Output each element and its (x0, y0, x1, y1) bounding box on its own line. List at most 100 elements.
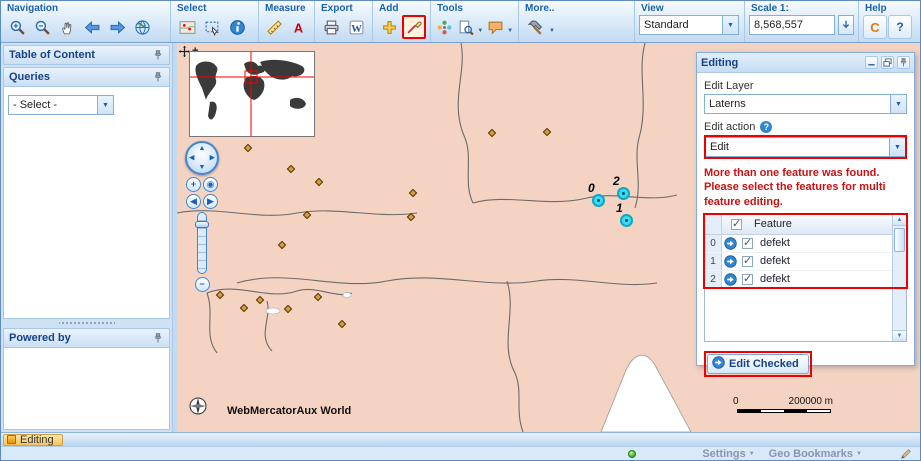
scale-input[interactable] (749, 15, 835, 35)
zoom-slider-handle[interactable] (195, 221, 209, 228)
callout-button[interactable] (485, 15, 505, 39)
toolbar-group-add: Add (373, 1, 431, 42)
zoom-slider[interactable] (195, 212, 209, 274)
zoom-to-feature-button[interactable] (722, 237, 739, 250)
help-question-button[interactable]: ? (888, 15, 912, 39)
feature-grid-header[interactable]: Feature (705, 214, 892, 235)
geo-bookmarks-menu[interactable]: Geo Bookmarks ▼ (769, 448, 862, 460)
edit-checked-button[interactable]: Edit Checked (707, 353, 809, 374)
pan-east-icon[interactable]: ▶ (210, 155, 215, 162)
feature-row[interactable]: 1 defekt (705, 252, 892, 271)
zoom-out-button[interactable] (30, 15, 54, 39)
pin-icon[interactable] (897, 56, 910, 69)
export-word-button[interactable]: W (344, 15, 368, 39)
feature-row[interactable]: 2 defekt (705, 270, 892, 289)
poi-diamond-marker[interactable] (314, 177, 324, 187)
rotate-left-button[interactable]: ◀ (186, 194, 201, 209)
next-extent-button[interactable] (105, 15, 129, 39)
scroll-down-icon[interactable]: ▼ (893, 329, 906, 341)
poi-diamond-marker[interactable] (487, 128, 497, 138)
poi-diamond-marker[interactable] (215, 290, 225, 300)
edit-layer-value: Laterns (709, 98, 746, 110)
zoom-to-feature-button[interactable] (722, 273, 739, 286)
view-combo[interactable]: Standard ▼ (639, 15, 739, 35)
zoom-out-round-button[interactable]: − (194, 277, 210, 292)
chevron-down-icon[interactable]: ▼ (97, 96, 113, 114)
add-feature-button[interactable] (377, 15, 401, 39)
map-canvas[interactable]: + ▲ (177, 43, 920, 432)
pan-compass[interactable]: ▲ ▼ ◀ ▶ (185, 141, 219, 175)
pan-north-icon[interactable]: ▲ (199, 145, 206, 152)
chevron-down-icon[interactable]: ▼ (506, 28, 514, 34)
overview-map[interactable] (189, 51, 315, 137)
select-rectangle-button[interactable] (200, 15, 224, 39)
zoom-in-button[interactable] (5, 15, 29, 39)
toc-panel-header[interactable]: Table of Content (3, 45, 170, 65)
pin-icon[interactable] (152, 332, 164, 344)
minimize-icon[interactable] (865, 56, 878, 69)
feature-checkbox[interactable] (739, 236, 756, 249)
poi-diamond-marker[interactable] (286, 164, 296, 174)
poi-diamond-marker[interactable] (337, 319, 347, 329)
edit-action-combo[interactable]: Edit ▼ (706, 137, 905, 157)
editing-panel-title: Editing (701, 56, 739, 69)
poi-diamond-marker[interactable] (406, 212, 416, 222)
rotate-right-button[interactable]: ▶ (203, 194, 218, 209)
chevron-down-icon[interactable]: ▼ (889, 138, 905, 156)
chevron-down-icon[interactable]: ▼ (548, 28, 556, 34)
pin-icon[interactable] (152, 71, 164, 83)
info-button[interactable] (225, 15, 249, 39)
chevron-down-icon[interactable]: ▼ (890, 95, 906, 113)
poi-diamond-marker[interactable] (283, 304, 293, 314)
poi-diamond-marker[interactable] (243, 143, 253, 153)
poi-diamond-marker[interactable] (408, 188, 418, 198)
editing-task-tab[interactable]: Editing (3, 433, 63, 446)
measure-distance-button[interactable] (263, 15, 286, 39)
pan-south-icon[interactable]: ▼ (199, 164, 206, 171)
query-select-combo[interactable]: - Select - ▼ (8, 95, 114, 115)
scroll-up-icon[interactable]: ▲ (893, 214, 906, 226)
contact-button[interactable]: C (863, 15, 887, 39)
full-extent-round-button[interactable]: ◉ (203, 177, 218, 192)
pin-icon[interactable] (152, 49, 164, 61)
chevron-down-icon[interactable]: ▼ (722, 16, 738, 34)
restore-icon[interactable] (881, 56, 894, 69)
pan-west-icon[interactable]: ◀ (189, 155, 194, 162)
queries-panel-header[interactable]: Queries (3, 67, 170, 87)
select-all-checkbox[interactable] (722, 217, 750, 230)
panel-resize-grip[interactable] (58, 320, 115, 325)
identify-button[interactable] (456, 15, 476, 39)
grid-scrollbar[interactable]: ▲ ▼ (892, 214, 906, 341)
feature-checkbox[interactable] (739, 272, 756, 285)
zoom-to-feature-button[interactable] (722, 255, 739, 268)
apply-scale-button[interactable] (838, 15, 854, 35)
scrollbar-thumb[interactable] (894, 227, 905, 252)
poi-diamond-marker[interactable] (302, 210, 312, 220)
chevron-down-icon[interactable]: ▼ (476, 28, 484, 34)
poi-diamond-marker[interactable] (239, 303, 249, 313)
poi-diamond-marker[interactable] (542, 127, 552, 137)
select-by-map-button[interactable] (175, 15, 199, 39)
poi-diamond-marker[interactable] (313, 292, 323, 302)
edit-pencil-icon[interactable] (900, 448, 912, 460)
feature-checkbox[interactable] (739, 254, 756, 267)
editing-panel-header[interactable]: Editing (697, 53, 914, 73)
feature-row[interactable]: 0 defekt (705, 234, 892, 253)
tools-marker-button[interactable] (435, 15, 455, 39)
pan-button[interactable] (55, 15, 79, 39)
zoom-in-round-button[interactable]: + (186, 177, 201, 192)
help-icon[interactable]: ? (760, 121, 773, 133)
powered-by-panel-header[interactable]: Powered by (3, 328, 170, 348)
add-text-label-button[interactable]: A (287, 15, 310, 39)
scalebar-max-label: 200000 m (788, 396, 833, 407)
full-extent-globe-button[interactable] (130, 15, 154, 39)
edit-feature-tool-button[interactable] (402, 15, 426, 39)
edit-layer-combo[interactable]: Laterns ▼ (704, 94, 907, 114)
scalebar-bar (737, 409, 831, 413)
previous-extent-button[interactable] (80, 15, 104, 39)
print-button[interactable] (319, 15, 343, 39)
poi-diamond-marker[interactable] (255, 295, 265, 305)
settings-menu[interactable]: Settings ▼ (702, 448, 754, 460)
utilities-hammer-button[interactable] (523, 15, 547, 39)
poi-diamond-marker[interactable] (277, 240, 287, 250)
